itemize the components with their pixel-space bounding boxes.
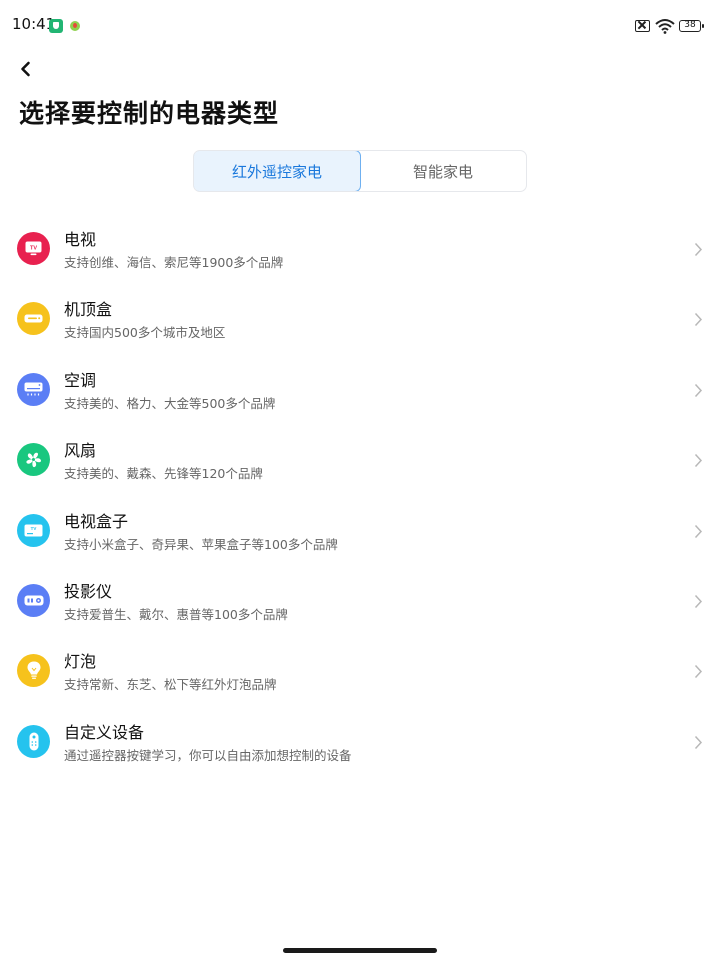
list-item-projector[interactable]: 投影仪 支持爱普生、戴尔、惠普等100多个品牌 xyxy=(0,564,720,634)
fan-icon xyxy=(17,443,50,477)
item-title: 机顶盒 xyxy=(64,300,113,320)
tab-ir-remote-appliances[interactable]: 红外遥控家电 xyxy=(194,151,361,191)
list-item-fan[interactable]: 风扇 支持美的、戴森、先锋等120个品牌 xyxy=(0,423,720,493)
chevron-right-icon xyxy=(694,594,703,608)
status-bar: 10:41 38 xyxy=(0,0,720,52)
no-sim-icon xyxy=(635,20,650,32)
wifi-icon xyxy=(655,18,675,34)
home-indicator[interactable] xyxy=(283,948,437,953)
projector-icon xyxy=(17,583,50,617)
chevron-right-icon xyxy=(694,524,703,538)
chevron-left-icon xyxy=(21,61,30,77)
item-description: 支持爱普生、戴尔、惠普等100多个品牌 xyxy=(64,606,288,622)
item-description: 支持常新、东芝、松下等红外灯泡品牌 xyxy=(64,677,277,693)
list-item-light-bulb[interactable]: 灯泡 支持常新、东芝、松下等红外灯泡品牌 xyxy=(0,634,720,704)
device-type-list: TV 电视 支持创维、海信、索尼等1900多个品牌 机顶盒 支持国内500多个城… xyxy=(0,212,720,775)
item-title: 空调 xyxy=(64,370,97,390)
item-description: 支持小米盒子、奇异果、苹果盒子等100多个品牌 xyxy=(64,536,338,552)
item-title: 自定义设备 xyxy=(64,722,145,742)
svg-text:TV: TV xyxy=(31,526,37,531)
item-description: 支持美的、格力、大金等500多个品牌 xyxy=(64,395,276,411)
tab-bar: 红外遥控家电 智能家电 xyxy=(193,150,527,192)
tv-box-icon: TV xyxy=(17,513,50,547)
item-description: 支持美的、戴森、先锋等120个品牌 xyxy=(64,466,263,482)
chevron-right-icon xyxy=(694,242,703,257)
svg-text:TV: TV xyxy=(30,245,37,251)
list-item-set-top-box[interactable]: 机顶盒 支持国内500多个城市及地区 xyxy=(0,282,720,352)
list-item-tv-box[interactable]: TV 电视盒子 支持小米盒子、奇异果、苹果盒子等100多个品牌 xyxy=(0,494,720,564)
tab-smart-appliances[interactable]: 智能家电 xyxy=(360,151,526,191)
shield-app-icon xyxy=(49,19,63,33)
item-title: 电视盒子 xyxy=(64,511,129,531)
chevron-right-icon xyxy=(694,665,703,679)
item-title: 投影仪 xyxy=(64,581,113,601)
list-item-air-conditioner[interactable]: 空调 支持美的、格力、大金等500多个品牌 xyxy=(0,353,720,423)
remote-control-icon xyxy=(17,724,50,758)
light-bulb-icon xyxy=(17,654,50,688)
item-title: 风扇 xyxy=(64,441,97,461)
chevron-right-icon xyxy=(694,735,703,749)
page-title: 选择要控制的电器类型 xyxy=(19,99,280,128)
item-title: 电视 xyxy=(64,230,97,249)
chevron-right-icon xyxy=(694,454,703,468)
chevron-right-icon xyxy=(694,383,703,397)
chevron-right-icon xyxy=(694,313,703,327)
list-item-custom-device[interactable]: 自定义设备 通过遥控器按键学习，你可以自由添加想控制的设备 xyxy=(0,705,720,775)
item-description: 支持创维、海信、索尼等1900多个品牌 xyxy=(64,255,284,270)
item-description: 支持国内500多个城市及地区 xyxy=(64,325,226,341)
tv-icon: TV xyxy=(17,232,50,265)
list-item-tv[interactable]: TV 电视 支持创维、海信、索尼等1900多个品牌 xyxy=(0,212,720,282)
set-top-box-icon xyxy=(17,302,50,336)
item-title: 灯泡 xyxy=(64,652,97,672)
item-description: 通过遥控器按键学习，你可以自由添加想控制的设备 xyxy=(64,747,352,763)
battery-icon: 38 xyxy=(679,20,704,32)
notification-app-icon xyxy=(70,21,80,31)
air-conditioner-icon xyxy=(17,372,50,406)
back-button[interactable] xyxy=(12,56,42,82)
